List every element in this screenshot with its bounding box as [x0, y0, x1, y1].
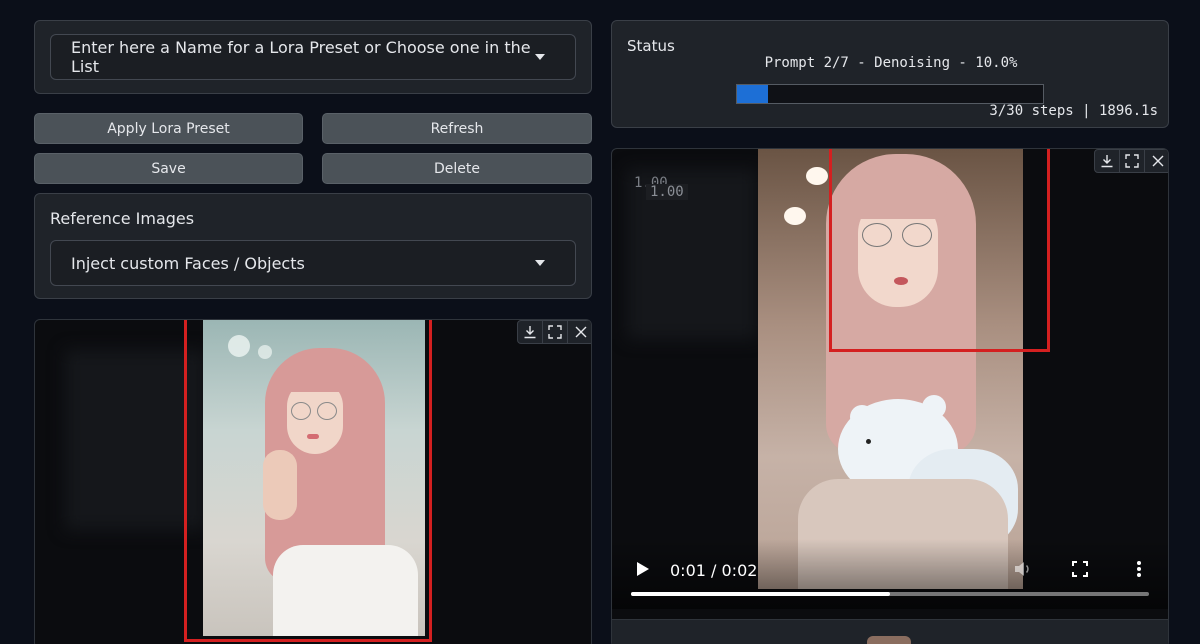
face-highlight-box: [829, 149, 1050, 352]
video-viewer: 1.00 1.00 0:01 / 0:02: [611, 148, 1169, 644]
reference-image-viewer: [34, 319, 592, 644]
status-label: Status: [627, 37, 675, 55]
video-time: 0:01 / 0:02: [670, 561, 758, 580]
video-controls: 0:01 / 0:02: [612, 539, 1168, 609]
close-icon[interactable]: [568, 321, 591, 343]
progress-fill: [737, 85, 768, 103]
dropdown-caret-icon: [535, 260, 545, 266]
reference-images-panel: Reference Images Inject custom Faces / O…: [34, 193, 592, 299]
play-icon[interactable]: [636, 561, 650, 581]
volume-icon[interactable]: [1014, 561, 1032, 581]
fullscreen-icon[interactable]: [1120, 150, 1145, 172]
close-icon[interactable]: [1145, 150, 1168, 172]
fullscreen-icon[interactable]: [543, 321, 568, 343]
video-seek-bar[interactable]: [631, 592, 1149, 596]
progress-bar: [736, 84, 1044, 104]
save-button[interactable]: Save: [34, 153, 303, 184]
delete-button[interactable]: Delete: [322, 153, 592, 184]
video-seek-fill: [631, 592, 890, 596]
more-icon[interactable]: [1136, 560, 1142, 582]
video-toolbar: [1094, 149, 1168, 173]
video-badge-shadow: 1.00: [646, 184, 688, 200]
image-toolbar: [517, 320, 591, 344]
apply-lora-preset-button[interactable]: Apply Lora Preset: [34, 113, 303, 144]
steps-text: 3/30 steps | 1896.1s: [989, 103, 1158, 119]
download-icon[interactable]: [518, 321, 543, 343]
thumbnail[interactable]: [867, 636, 911, 644]
reference-images-dropdown[interactable]: Inject custom Faces / Objects: [50, 240, 576, 286]
dropdown-caret-icon: [535, 54, 545, 60]
video-bottom-bar: [612, 619, 1168, 644]
lora-preset-placeholder: Enter here a Name for a Lora Preset or C…: [71, 38, 531, 76]
progress-text: Prompt 2/7 - Denoising - 10.0%: [764, 55, 1018, 71]
status-panel: Status Prompt 2/7 - Denoising - 10.0% 3/…: [611, 20, 1169, 128]
refresh-button[interactable]: Refresh: [322, 113, 592, 144]
lora-preset-panel: Enter here a Name for a Lora Preset or C…: [34, 20, 592, 94]
download-icon[interactable]: [1095, 150, 1120, 172]
fullscreen-icon[interactable]: [1072, 561, 1088, 581]
reference-highlight-box: [184, 320, 432, 642]
reference-images-label: Reference Images: [50, 209, 195, 228]
reference-images-selected: Inject custom Faces / Objects: [71, 253, 305, 273]
lora-preset-dropdown[interactable]: Enter here a Name for a Lora Preset or C…: [50, 34, 576, 80]
